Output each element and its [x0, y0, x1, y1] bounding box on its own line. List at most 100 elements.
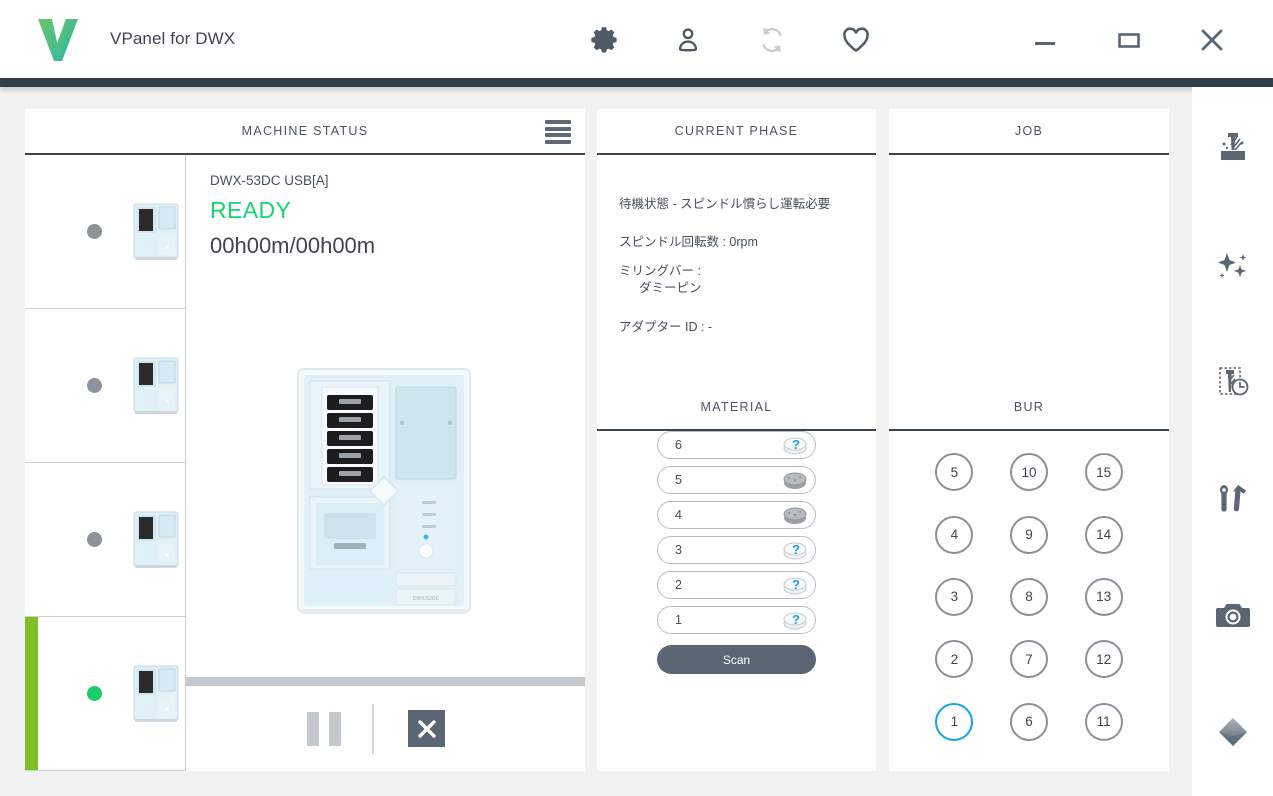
machine-thumbnail	[133, 665, 179, 722]
machine-status-title: MACHINE STATUS	[241, 124, 369, 138]
svg-text:DWX-53DC: DWX-53DC	[413, 596, 440, 602]
sidebar-item-tool-life[interactable]	[1192, 351, 1273, 411]
slot-number: 4	[675, 508, 682, 522]
nav-bar	[0, 78, 1273, 87]
slot-number: 2	[675, 578, 682, 592]
diamond-icon	[1218, 718, 1247, 746]
milling-icon	[1220, 133, 1245, 160]
machine-list	[25, 155, 186, 771]
heart-icon[interactable]	[833, 18, 879, 62]
bur-slot[interactable]: 9	[1009, 515, 1048, 554]
job-panel: JOB	[889, 109, 1169, 393]
machine-detail: DWX-53DC USB[A] READY 00h00m/00h00m DWX-…	[186, 155, 585, 771]
bur-slot[interactable]: 12	[1084, 640, 1123, 679]
selection-bar	[25, 617, 38, 770]
main-stage: MACHINE STATUS DWX-53DC USB[A] READY 00h…	[0, 87, 1273, 796]
material-panel: MATERIAL 6 ? 5 4 3 ? 2 ? 1 ? Scan	[597, 385, 876, 771]
material-title: MATERIAL	[700, 400, 773, 414]
device-name: DWX-53DC USB[A]	[210, 173, 329, 188]
machine-status-header: MACHINE STATUS	[25, 109, 585, 155]
svg-text:?: ?	[792, 542, 800, 557]
sidebar-item-cleaning[interactable]	[1192, 235, 1273, 295]
minimize-button[interactable]	[1021, 18, 1069, 62]
machine-list-item[interactable]	[25, 309, 186, 463]
sidebar-item-camera[interactable]	[1192, 585, 1273, 645]
bur-slot[interactable]: 4	[935, 515, 974, 554]
slot-number: 6	[675, 438, 682, 452]
status-dot	[87, 531, 102, 547]
svg-text:?: ?	[792, 577, 800, 592]
bur-slot-active[interactable]: 1	[935, 702, 974, 741]
scan-button[interactable]: Scan	[657, 645, 816, 674]
bur-panel: BUR 5 10 15 4 9 14 3 8 13 2 7 12 1 6 11	[889, 385, 1169, 771]
machine-controls	[186, 686, 585, 771]
control-divider	[186, 677, 585, 686]
camera-icon	[1215, 604, 1250, 627]
phase-status-line: 待機状態 - スピンドル慣らし運転必要	[619, 197, 831, 211]
machine-thumbnail	[133, 203, 179, 260]
sidebar-item-material-shape[interactable]	[1192, 702, 1273, 762]
sidebar-item-maintenance[interactable]	[1192, 468, 1273, 528]
sparkle-icon	[1217, 253, 1246, 278]
status-dot	[87, 377, 102, 393]
machine-list-item-selected[interactable]	[25, 617, 186, 771]
gear-icon[interactable]	[581, 18, 627, 62]
disc-unknown-icon: ?	[783, 577, 807, 595]
milling-bur-value: ダミーピン	[639, 281, 702, 295]
bur-title: BUR	[1013, 400, 1045, 414]
pause-button[interactable]	[307, 712, 341, 746]
bur-header: BUR	[889, 385, 1169, 431]
current-phase-header: CURRENT PHASE	[597, 109, 876, 155]
refresh-icon[interactable]	[749, 18, 795, 62]
bur-slot[interactable]: 3	[935, 577, 974, 616]
stop-button[interactable]	[408, 710, 445, 747]
device-state: READY	[210, 197, 292, 223]
sidebar-item-milling[interactable]	[1192, 117, 1273, 177]
right-sidebar	[1192, 87, 1273, 796]
bur-slot[interactable]: 5	[935, 453, 974, 492]
bur-slot[interactable]: 13	[1084, 577, 1123, 616]
bur-slot[interactable]: 2	[935, 640, 974, 679]
bur-slot[interactable]: 6	[1009, 702, 1048, 741]
slot-number: 3	[675, 543, 682, 557]
bur-slot[interactable]: 7	[1009, 640, 1048, 679]
machine-list-item[interactable]	[25, 463, 186, 617]
material-slot[interactable]: 4	[657, 501, 816, 529]
material-slot[interactable]: 1 ?	[657, 606, 816, 634]
maximize-button[interactable]	[1105, 18, 1153, 62]
current-phase-panel: CURRENT PHASE 待機状態 - スピンドル慣らし運転必要 スピンドル回…	[597, 109, 876, 393]
vpanel-logo	[36, 16, 80, 64]
material-slot[interactable]: 5	[657, 466, 816, 494]
bur-slot[interactable]: 14	[1084, 515, 1123, 554]
status-dot	[87, 223, 102, 239]
bur-slot[interactable]: 11	[1084, 702, 1123, 741]
device-time: 00h00m/00h00m	[210, 233, 376, 258]
bur-slot[interactable]: 15	[1084, 453, 1123, 492]
slot-number: 1	[675, 613, 682, 627]
tools-icon	[1219, 485, 1246, 512]
material-slot[interactable]: 6 ?	[657, 431, 816, 459]
disc-loaded-icon	[783, 507, 807, 524]
machine-thumbnail	[133, 511, 179, 568]
adapter-id-label: アダプター ID : -	[619, 320, 713, 334]
machine-status-panel: MACHINE STATUS DWX-53DC USB[A] READY 00h…	[25, 109, 585, 771]
close-button[interactable]	[1188, 18, 1236, 62]
milling-bur-label: ミリングバー :	[619, 264, 701, 278]
user-icon[interactable]	[665, 18, 711, 62]
slot-number: 5	[675, 473, 682, 487]
title-bar: VPanel for DWX	[0, 0, 1273, 78]
app-title: VPanel for DWX	[110, 29, 236, 48]
material-slot[interactable]: 3 ?	[657, 536, 816, 564]
machine-thumbnail	[133, 357, 179, 414]
disc-unknown-icon: ?	[783, 437, 807, 455]
hamburger-menu-icon[interactable]	[545, 120, 571, 144]
bur-slot[interactable]: 8	[1009, 577, 1048, 616]
material-header: MATERIAL	[597, 385, 876, 431]
bur-slot[interactable]: 10	[1009, 453, 1048, 492]
svg-text:?: ?	[792, 437, 800, 452]
job-title: JOB	[1014, 124, 1044, 138]
bur-clock-icon	[1218, 367, 1248, 396]
material-slot[interactable]: 2 ?	[657, 571, 816, 599]
machine-list-item[interactable]	[25, 155, 186, 309]
disc-unknown-icon: ?	[783, 612, 807, 630]
